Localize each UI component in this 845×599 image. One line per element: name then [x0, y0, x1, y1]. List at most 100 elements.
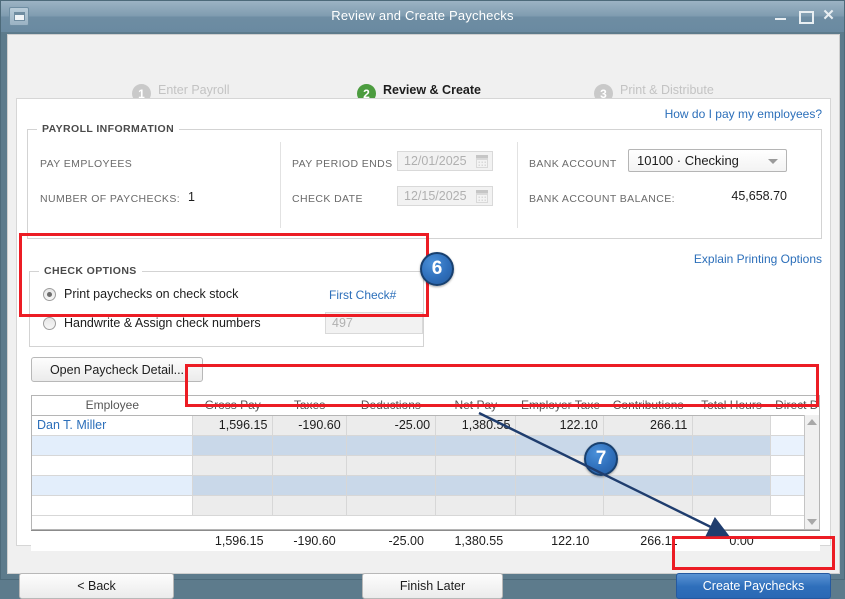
cell-deductions[interactable]: [346, 455, 437, 476]
table-row[interactable]: [32, 475, 819, 496]
column-header-deductions[interactable]: Deductions: [346, 396, 436, 416]
table-row[interactable]: Dan T. Miller 1,596.15 -190.60 -25.00 1,…: [32, 415, 819, 436]
column-header-contributions[interactable]: Contributions: [603, 396, 693, 416]
check-options-group: CHECK OPTIONS Print paychecks on check s…: [29, 265, 424, 347]
scroll-up-arrow-icon[interactable]: [805, 415, 819, 429]
cell-employee[interactable]: [32, 495, 194, 516]
dialog-panel: 1 Enter Payroll Information 2 Review & C…: [7, 34, 840, 599]
total-employer-taxes: 122.10: [551, 534, 590, 548]
cell-total-hours[interactable]: [692, 415, 771, 436]
cell-gross-pay[interactable]: [192, 475, 274, 496]
cell-deductions[interactable]: -25.00: [346, 415, 437, 436]
cell-gross-pay[interactable]: [192, 435, 274, 456]
cell-employee[interactable]: [32, 435, 194, 456]
pay-period-ends-input[interactable]: 12/01/2025: [397, 151, 493, 171]
total-taxes: -190.60: [293, 534, 336, 548]
cell-total-hours[interactable]: [692, 475, 771, 496]
bank-account-value: 10100 · Checking: [637, 153, 739, 168]
open-paycheck-detail-button[interactable]: Open Paycheck Detail...: [31, 357, 203, 382]
cell-employee[interactable]: Dan T. Miller: [32, 415, 194, 436]
cell-contributions[interactable]: [603, 495, 694, 516]
column-header-employee[interactable]: Employee: [32, 396, 193, 416]
annotation-badge-6: 6: [420, 252, 454, 286]
back-button[interactable]: < Back: [19, 573, 174, 599]
column-header-gross-pay[interactable]: Gross Pay: [192, 396, 273, 416]
check-date-input[interactable]: 12/15/2025: [397, 186, 493, 206]
cell-taxes[interactable]: [272, 475, 347, 496]
check-date-value: 12/15/2025: [404, 189, 467, 203]
cell-total-hours[interactable]: [692, 455, 771, 476]
cell-total-hours[interactable]: [692, 435, 771, 456]
cell-contributions[interactable]: 266.11: [603, 415, 694, 436]
cell-taxes[interactable]: -190.60: [272, 415, 347, 436]
cell-gross-pay[interactable]: 1,596.15: [192, 415, 274, 436]
cell-employer-taxes[interactable]: 122.10: [515, 415, 604, 436]
window-controls: ✕: [774, 8, 835, 24]
total-gross-pay: 1,596.15: [214, 534, 264, 548]
cell-employee[interactable]: [32, 455, 194, 476]
total-employee: [31, 531, 189, 551]
radio-print-paychecks-on-check-stock[interactable]: Print paychecks on check stock: [43, 287, 238, 301]
paycheck-window: Review and Create Paychecks ✕ 1 Enter Pa…: [0, 0, 845, 599]
table-row[interactable]: [32, 435, 819, 456]
cell-taxes[interactable]: [272, 435, 347, 456]
cell-contributions[interactable]: [603, 475, 694, 496]
table-scrollbar[interactable]: [804, 415, 819, 529]
cell-deductions[interactable]: [346, 495, 437, 516]
radio-handwrite-assign-check-numbers[interactable]: Handwrite & Assign check numbers: [43, 316, 261, 330]
close-icon[interactable]: ✕: [822, 8, 835, 23]
radio-button-print[interactable]: [43, 287, 56, 301]
create-paychecks-button[interactable]: Create Paychecks: [676, 573, 831, 599]
check-date-label: CHECK DATE: [292, 193, 363, 205]
field-divider-2: [517, 142, 518, 228]
cell-gross-pay[interactable]: [192, 455, 274, 476]
cell-employer-taxes[interactable]: [515, 475, 604, 496]
explain-printing-options-link[interactable]: Explain Printing Options: [694, 252, 822, 266]
payroll-information-group: PAYROLL INFORMATION PAY EMPLOYEES NUMBER…: [27, 123, 822, 239]
cell-deductions[interactable]: [346, 475, 437, 496]
chevron-down-icon[interactable]: [768, 159, 778, 164]
column-header-direct-deposit[interactable]: Direct Dep: [770, 396, 819, 416]
table-row[interactable]: [32, 455, 819, 476]
window-title: Review and Create Paychecks: [331, 8, 514, 23]
first-check-number-value: 497: [332, 316, 353, 330]
bank-account-label: BANK ACCOUNT: [529, 158, 617, 170]
how-do-i-pay-my-employees-link[interactable]: How do I pay my employees?: [665, 107, 822, 121]
cell-employee[interactable]: [32, 475, 194, 496]
pay-period-ends-value: 12/01/2025: [404, 154, 467, 168]
cell-gross-pay[interactable]: [192, 495, 274, 516]
cell-deductions[interactable]: [346, 435, 437, 456]
cell-total-hours[interactable]: [692, 495, 771, 516]
bank-account-select[interactable]: 10100 · Checking: [628, 149, 787, 172]
table-header-row: Employee Gross Pay Taxes Deductions Net …: [32, 396, 819, 416]
first-check-number-input[interactable]: 497: [325, 312, 423, 334]
cell-net-pay[interactable]: [435, 475, 517, 496]
cell-taxes[interactable]: [272, 495, 347, 516]
open-paycheck-detail-label: Open Paycheck Detail...: [49, 362, 185, 377]
check-options-legend: CHECK OPTIONS: [39, 265, 142, 277]
cell-taxes[interactable]: [272, 455, 347, 476]
cell-net-pay[interactable]: [435, 455, 517, 476]
cell-employer-taxes[interactable]: [515, 495, 604, 516]
cell-net-pay[interactable]: [435, 495, 517, 516]
radio-button-handwrite[interactable]: [43, 316, 56, 330]
paycheck-table: Employee Gross Pay Taxes Deductions Net …: [31, 395, 820, 530]
calendar-icon[interactable]: [476, 155, 488, 168]
column-header-taxes[interactable]: Taxes: [272, 396, 347, 416]
first-check-number-label[interactable]: First Check#: [329, 288, 396, 302]
scroll-down-arrow-icon[interactable]: [805, 515, 819, 529]
content-area: How do I pay my employees? PAYROLL INFOR…: [16, 98, 831, 551]
column-header-net-pay[interactable]: Net Pay: [435, 396, 516, 416]
radio-print-label: Print paychecks on check stock: [64, 287, 239, 301]
finish-later-button-label: Finish Later: [399, 579, 466, 593]
minimize-icon[interactable]: [774, 9, 787, 22]
finish-later-button[interactable]: Finish Later: [362, 573, 503, 599]
cell-net-pay[interactable]: [435, 435, 517, 456]
column-header-employer-taxes[interactable]: Employer Taxe: [515, 396, 604, 416]
table-row[interactable]: [32, 495, 819, 516]
number-of-paychecks-label: NUMBER OF PAYCHECKS:: [40, 193, 181, 205]
cell-net-pay[interactable]: 1,380.55: [435, 415, 517, 436]
column-header-total-hours[interactable]: Total Hours: [692, 396, 771, 416]
calendar-icon[interactable]: [476, 190, 488, 203]
maximize-icon[interactable]: [798, 9, 814, 24]
